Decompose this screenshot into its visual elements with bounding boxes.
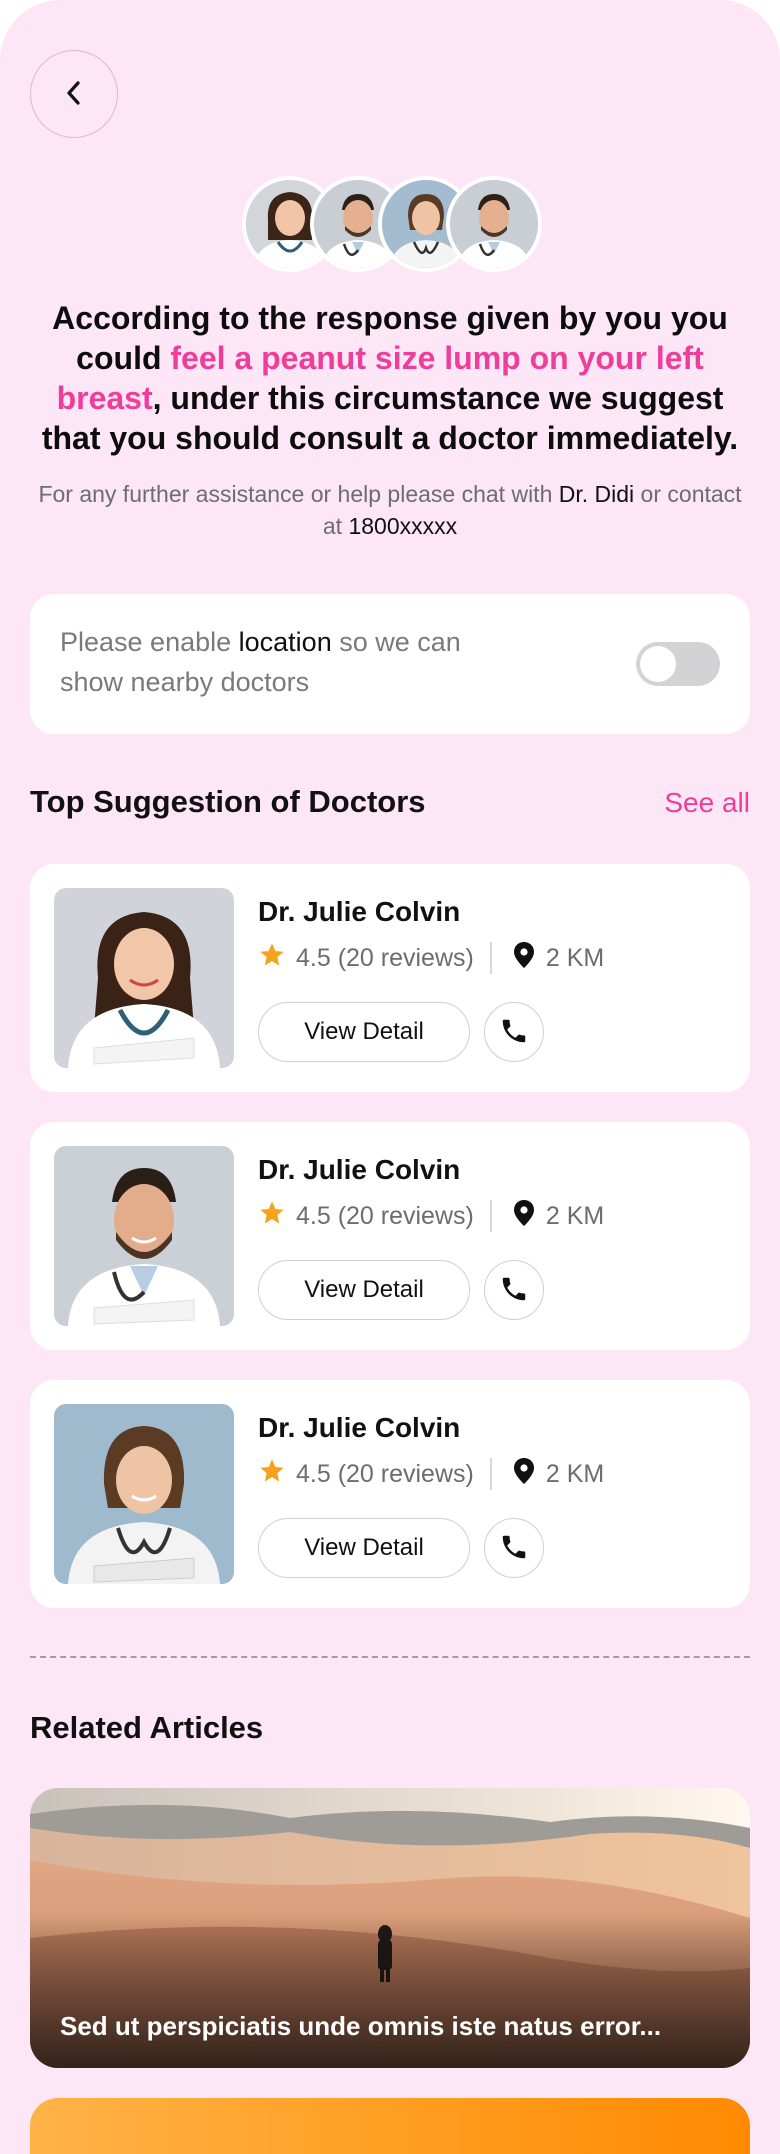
meta-divider [489,942,492,974]
toggle-knob [640,646,676,682]
doctor-rating: 4.5 (20 reviews) [296,1459,474,1488]
doctor-name: Dr. Julie Colvin [258,896,461,927]
location-pin-icon [512,1199,536,1234]
assistance-text: For any further assistance or help pleas… [30,478,750,542]
doctor-card[interactable]: Dr. Julie Colvin 4.5 (20 reviews) 2 KM V… [30,1380,750,1608]
meta-divider [489,1200,492,1232]
doctor-photo [54,1146,234,1326]
doctor-card[interactable]: Dr. Julie Colvin 4.5 (20 reviews) 2 KM V… [30,1122,750,1350]
suggestions-title: Top Suggestion of Doctors [30,784,426,819]
location-prompt: Please enable location so we can show ne… [60,622,520,702]
assistance-prefix: For any further assistance or help pleas… [38,481,559,507]
doctor-distance: 2 KM [545,1201,605,1230]
location-permission-card: Please enable location so we can show ne… [30,594,750,734]
meta-divider [489,1458,492,1490]
see-all-link[interactable]: See all [664,787,750,819]
view-detail-button[interactable]: View Detail [258,1518,470,1578]
call-button[interactable] [484,1518,544,1578]
location-prefix: Please enable [60,627,239,657]
assistant-doctor-name: Dr. Didi [558,481,635,507]
section-divider [30,1656,750,1658]
back-button[interactable] [30,50,118,138]
location-keyword: location [238,627,332,657]
location-pin-icon [512,1457,536,1492]
avatar [446,176,542,272]
star-icon [258,1457,286,1492]
doctor-rating: 4.5 (20 reviews) [296,1201,474,1230]
call-button[interactable] [484,1260,544,1320]
screen: According to the response given by you y… [0,0,780,2154]
doctor-distance: 2 KM [545,1459,605,1488]
star-icon [258,941,286,976]
phone-icon [499,1016,529,1049]
chevron-left-icon [62,78,86,111]
article-title: Sed ut perspiciatis unde omnis iste natu… [60,2011,662,2041]
location-pin-icon [512,941,536,976]
doctor-name: Dr. Julie Colvin [258,1412,461,1443]
view-detail-button[interactable]: View Detail [258,1260,470,1320]
phone-icon [499,1274,529,1307]
article-card[interactable]: Sed ut perspiciatis unde omnis iste natu… [30,1788,750,2068]
doctor-meta: 4.5 (20 reviews) 2 KM [258,1198,604,1234]
doctor-photo [54,1404,234,1584]
doctor-avatars-group [242,176,542,272]
phone-icon [499,1532,529,1565]
article-card[interactable] [30,2098,750,2154]
doctor-meta: 4.5 (20 reviews) 2 KM [258,940,604,976]
call-button[interactable] [484,1002,544,1062]
doctor-rating: 4.5 (20 reviews) [296,943,474,972]
articles-title: Related Articles [30,1710,264,1745]
doctor-photo [54,888,234,1068]
contact-phone: 1800xxxxx [348,513,458,539]
view-detail-button[interactable]: View Detail [258,1002,470,1062]
doctor-meta: 4.5 (20 reviews) 2 KM [258,1456,604,1492]
doctor-distance: 2 KM [545,943,605,972]
star-icon [258,1199,286,1234]
doctor-card[interactable]: Dr. Julie Colvin 4.5 (20 reviews) 2 KM V… [30,864,750,1092]
location-toggle[interactable] [636,642,720,686]
doctor-name: Dr. Julie Colvin [258,1154,461,1185]
recommendation-headline: According to the response given by you y… [30,298,750,458]
